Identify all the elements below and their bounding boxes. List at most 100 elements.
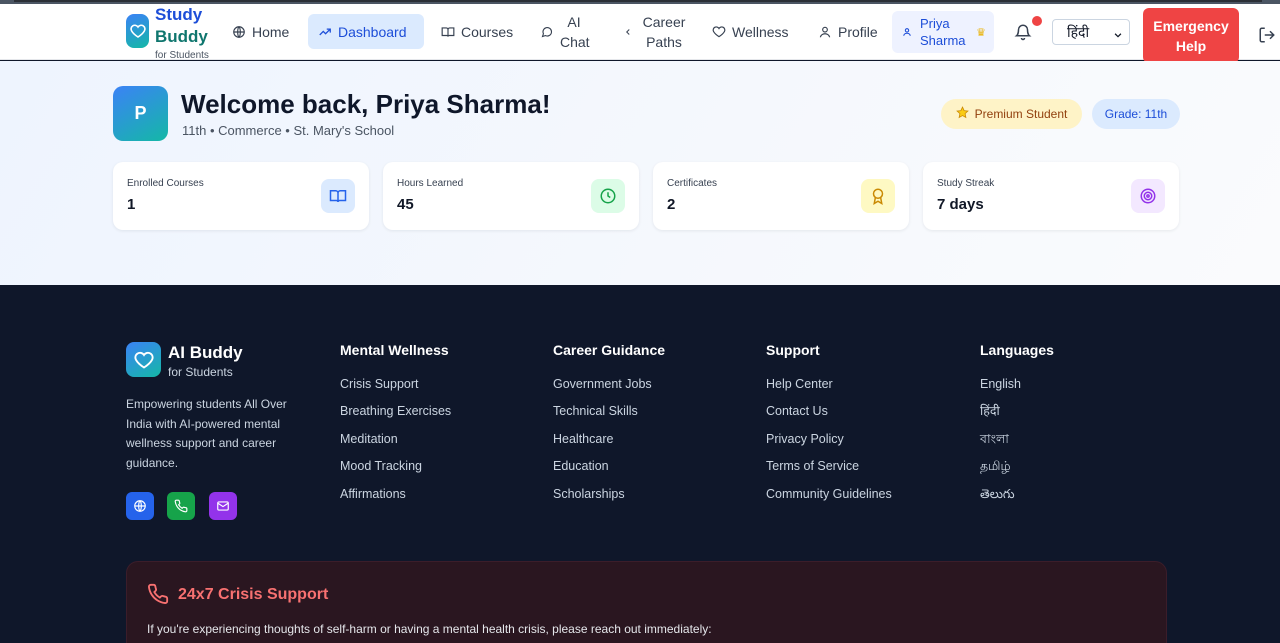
stat-card-enrolled-courses[interactable]: Enrolled Courses 1 bbox=[113, 162, 369, 230]
footer-link[interactable]: Government Jobs bbox=[553, 377, 665, 404]
nav-ai-chat[interactable]: AI Chat bbox=[530, 12, 598, 52]
footer-link[interactable]: Community Guidelines bbox=[766, 487, 892, 514]
stat-label: Hours Learned bbox=[397, 178, 464, 189]
target-icon bbox=[1131, 179, 1165, 213]
mail-icon[interactable] bbox=[209, 492, 237, 520]
footer-language-link[interactable]: తెలుగు bbox=[980, 487, 1054, 514]
emergency-help-label: Emergency Help bbox=[1153, 17, 1229, 54]
brand-name-line2: Buddy bbox=[155, 27, 208, 46]
brand-name[interactable]: Study Buddy bbox=[155, 4, 208, 48]
logout-icon[interactable] bbox=[1258, 26, 1276, 44]
star-icon bbox=[955, 106, 969, 122]
clock-icon bbox=[591, 179, 625, 213]
footer-column-title: Career Guidance bbox=[553, 342, 666, 358]
footer-column-languages: Languages English हिंदी বাংলা தமிழ் తెలు… bbox=[980, 342, 1054, 514]
nav-wellness-label: Wellness bbox=[732, 23, 789, 40]
chevron-down-icon bbox=[1113, 27, 1123, 38]
grade-badge: Grade: 11th bbox=[1092, 99, 1180, 129]
avatar: P bbox=[113, 86, 168, 141]
website-globe-icon[interactable] bbox=[126, 492, 154, 520]
stat-card-certificates[interactable]: Certificates 2 bbox=[653, 162, 909, 230]
nav-career-paths[interactable]: Career Paths bbox=[611, 12, 697, 52]
nav-courses[interactable]: Courses bbox=[431, 14, 523, 49]
stat-card-hours-learned[interactable]: Hours Learned 45 bbox=[383, 162, 639, 230]
chevron-code-icon bbox=[621, 25, 635, 39]
footer-language-link[interactable]: English bbox=[980, 377, 1054, 404]
footer-link[interactable]: Terms of Service bbox=[766, 459, 892, 486]
nav-wellness[interactable]: Wellness bbox=[702, 14, 799, 49]
globe-icon bbox=[232, 25, 246, 39]
language-select[interactable]: हिंदी bbox=[1052, 19, 1130, 45]
user-small-icon bbox=[902, 24, 912, 41]
crown-icon: ♛ bbox=[976, 27, 986, 39]
footer-brand: AI Buddy bbox=[168, 343, 243, 362]
footer-link[interactable]: Meditation bbox=[340, 432, 451, 459]
book-icon bbox=[321, 179, 355, 213]
student-details: 11th • Commerce • St. Mary's School bbox=[182, 123, 395, 138]
footer-language-link[interactable]: हिंदी bbox=[980, 404, 1054, 431]
stat-value: 2 bbox=[667, 196, 676, 213]
footer-link[interactable]: Scholarships bbox=[553, 487, 665, 514]
nav-dashboard[interactable]: Dashboard bbox=[308, 14, 424, 49]
premium-badge-label: Premium Student bbox=[974, 107, 1068, 121]
nav-courses-label: Courses bbox=[461, 23, 514, 40]
crisis-support-title: 24x7 Crisis Support bbox=[178, 586, 329, 603]
nav-profile[interactable]: Profile bbox=[808, 14, 888, 49]
footer-link[interactable]: Mood Tracking bbox=[340, 459, 451, 486]
footer-column-title: Support bbox=[766, 342, 820, 358]
nav-home-label: Home bbox=[252, 23, 290, 40]
notification-dot bbox=[1032, 16, 1042, 26]
footer-description: Empowering students All Over India with … bbox=[126, 397, 287, 470]
stat-card-study-streak[interactable]: Study Streak 7 days bbox=[923, 162, 1179, 230]
footer-link[interactable]: Privacy Policy bbox=[766, 432, 892, 459]
footer-link[interactable]: Education bbox=[553, 459, 665, 486]
stat-label: Certificates bbox=[667, 178, 718, 189]
award-icon bbox=[861, 179, 895, 213]
footer-language-link[interactable]: தமிழ் bbox=[980, 459, 1054, 486]
footer-brand-subtitle: for Students bbox=[168, 365, 233, 379]
nav-career-paths-label: Career Paths bbox=[642, 14, 686, 50]
crisis-support-panel: 24x7 Crisis Support If you're experienci… bbox=[126, 561, 1167, 643]
brand-subtitle: for Students bbox=[155, 50, 209, 61]
footer-link[interactable]: Breathing Exercises bbox=[340, 404, 451, 431]
footer-link[interactable]: Help Center bbox=[766, 377, 892, 404]
footer-column-support: Support Help Center Contact Us Privacy P… bbox=[766, 342, 892, 514]
phone-icon bbox=[147, 583, 169, 605]
emergency-help-button[interactable]: Emergency Help bbox=[1143, 8, 1239, 63]
nav-profile-label: Profile bbox=[838, 23, 878, 40]
footer-language-link[interactable]: বাংলা bbox=[980, 432, 1054, 459]
footer-link[interactable]: Technical Skills bbox=[553, 404, 665, 431]
user-icon bbox=[818, 25, 832, 39]
stat-value: 1 bbox=[127, 196, 136, 213]
footer-column-career-guidance: Career Guidance Government Jobs Technica… bbox=[553, 342, 665, 514]
window-drag-handle bbox=[14, 0, 1262, 2]
crisis-support-text: If you're experiencing thoughts of self-… bbox=[147, 622, 712, 636]
nav-dashboard-label: Dashboard bbox=[338, 23, 407, 40]
user-menu-chip[interactable]: Priya Sharma ♛ bbox=[892, 11, 994, 53]
footer-link[interactable]: Crisis Support bbox=[340, 377, 451, 404]
phone-icon[interactable] bbox=[167, 492, 195, 520]
heart-logo-icon[interactable] bbox=[126, 14, 149, 48]
footer-column-title: Languages bbox=[980, 342, 1054, 358]
stat-value: 7 days bbox=[937, 196, 984, 213]
heart-icon bbox=[712, 25, 726, 39]
chat-bubble-icon bbox=[540, 25, 554, 39]
footer-column-title: Mental Wellness bbox=[340, 342, 449, 358]
site-footer: AI Buddy for Students Empowering student… bbox=[0, 285, 1280, 643]
brand-name-line1: Study bbox=[155, 5, 203, 24]
footer-column-mental-wellness: Mental Wellness Crisis Support Breathing… bbox=[340, 342, 451, 514]
footer-link[interactable]: Affirmations bbox=[340, 487, 451, 514]
premium-badge: Premium Student bbox=[941, 99, 1082, 129]
nav-ai-chat-label: AI Chat bbox=[560, 14, 590, 50]
stat-value: 45 bbox=[397, 196, 414, 213]
notification-bell-icon[interactable] bbox=[1014, 22, 1032, 42]
page-title: Welcome back, Priya Sharma! bbox=[181, 89, 551, 119]
language-select-value: हिंदी bbox=[1067, 23, 1090, 40]
footer-link[interactable]: Healthcare bbox=[553, 432, 665, 459]
nav-home[interactable]: Home bbox=[222, 14, 299, 49]
dashboard-hero: P Welcome back, Priya Sharma! 11th • Com… bbox=[0, 61, 1280, 285]
stat-label: Study Streak bbox=[937, 178, 995, 189]
footer-link[interactable]: Contact Us bbox=[766, 404, 892, 431]
book-open-icon bbox=[441, 25, 455, 39]
trending-up-icon bbox=[318, 25, 332, 39]
